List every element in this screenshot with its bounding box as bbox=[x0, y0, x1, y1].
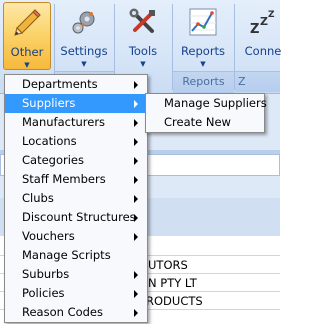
menu-item-suburbs[interactable]: Suburbs bbox=[5, 265, 147, 284]
settings-button[interactable]: Settings ▼ bbox=[58, 2, 110, 70]
other-dropdown-menu: Departments Suppliers Manufacturers Locatio… bbox=[4, 74, 148, 323]
submenu-arrow-icon bbox=[134, 138, 138, 146]
chart-icon bbox=[189, 8, 217, 36]
chevron-down-icon: ▼ bbox=[81, 60, 87, 68]
menu-item-label: Suburbs bbox=[22, 267, 70, 281]
other-button[interactable]: Other ▼ bbox=[3, 2, 51, 70]
menu-item-suppliers[interactable]: Suppliers bbox=[5, 94, 147, 113]
chevron-down-icon: ▼ bbox=[140, 60, 146, 68]
tools-label: Tools bbox=[128, 44, 158, 58]
menu-item-label: Vouchers bbox=[22, 229, 75, 243]
submenu-item-label: Create New bbox=[164, 115, 231, 129]
gears-icon bbox=[72, 11, 95, 34]
tools-icon bbox=[129, 8, 155, 33]
connect-label: Conne bbox=[244, 44, 282, 58]
reports-button[interactable]: Reports ▼ bbox=[176, 2, 230, 70]
group-label-reports: Reports bbox=[173, 71, 234, 93]
menu-item-departments[interactable]: Departments bbox=[5, 75, 147, 94]
chevron-down-icon: ▼ bbox=[200, 60, 206, 68]
menu-item-label: Suppliers bbox=[22, 96, 76, 110]
menu-item-label: Policies bbox=[22, 286, 65, 300]
submenu-item-manage-suppliers[interactable]: Manage Suppliers bbox=[146, 94, 267, 113]
svg-text:Z: Z bbox=[260, 15, 268, 28]
menu-item-label: Manufacturers bbox=[22, 115, 106, 129]
menu-item-manufacturers[interactable]: Manufacturers bbox=[5, 113, 147, 132]
submenu-arrow-icon bbox=[134, 157, 138, 165]
menu-item-clubs[interactable]: Clubs bbox=[5, 189, 147, 208]
menu-item-vouchers[interactable]: Vouchers bbox=[5, 227, 147, 246]
submenu-arrow-icon bbox=[134, 176, 138, 184]
submenu-arrow-icon bbox=[134, 100, 138, 108]
submenu-arrow-icon bbox=[134, 195, 138, 203]
menu-item-label: Clubs bbox=[22, 191, 54, 205]
menu-item-staff-members[interactable]: Staff Members bbox=[5, 170, 147, 189]
svg-text:Z: Z bbox=[250, 22, 259, 37]
submenu-item-label: Manage Suppliers bbox=[164, 96, 267, 110]
menu-item-label: Categories bbox=[22, 153, 84, 167]
group-label-text: Reports bbox=[182, 75, 225, 88]
menu-item-reason-codes[interactable]: Reason Codes bbox=[5, 303, 147, 322]
other-label: Other bbox=[10, 45, 44, 59]
settings-label: Settings bbox=[60, 44, 108, 58]
submenu-arrow-icon bbox=[134, 290, 138, 298]
svg-text:Z: Z bbox=[268, 10, 275, 20]
menu-item-discount-structures[interactable]: Discount Structures bbox=[5, 208, 147, 227]
sleep-icon: Z Z Z bbox=[250, 10, 275, 37]
menu-item-label: Reason Codes bbox=[22, 305, 103, 319]
menu-item-label: Staff Members bbox=[22, 172, 106, 186]
menu-item-label: Discount Structures bbox=[22, 210, 136, 224]
menu-item-locations[interactable]: Locations bbox=[5, 132, 147, 151]
menu-item-label: Manage Scripts bbox=[22, 248, 111, 262]
cell-text: RODUCTS bbox=[146, 294, 203, 308]
menu-item-policies[interactable]: Policies bbox=[5, 284, 147, 303]
group-label-connect: Z Conne bbox=[235, 71, 280, 108]
submenu-arrow-icon bbox=[134, 81, 138, 89]
tools-button[interactable]: Tools ▼ bbox=[118, 2, 168, 70]
submenu-arrow-icon bbox=[134, 309, 138, 317]
submenu-arrow-icon bbox=[134, 233, 138, 241]
cell-text: N PTY LT bbox=[148, 276, 197, 290]
chevron-down-icon: ▼ bbox=[24, 61, 30, 69]
menu-item-label: Locations bbox=[22, 134, 77, 148]
connect-button[interactable]: Z Z Z Conne bbox=[238, 2, 288, 70]
menu-item-label: Departments bbox=[22, 77, 98, 91]
submenu-arrow-icon bbox=[134, 271, 138, 279]
menu-item-manage-scripts[interactable]: Manage Scripts bbox=[5, 246, 147, 265]
submenu-arrow-icon bbox=[134, 119, 138, 127]
reports-label: Reports bbox=[180, 44, 226, 58]
pencil-icon bbox=[14, 9, 41, 36]
suppliers-submenu: Manage Suppliers Create New bbox=[145, 93, 267, 133]
submenu-arrow-icon bbox=[134, 214, 138, 222]
cell-text: UTORS bbox=[148, 258, 188, 272]
submenu-item-create-new[interactable]: Create New bbox=[146, 113, 264, 132]
menu-item-categories[interactable]: Categories bbox=[5, 151, 147, 170]
